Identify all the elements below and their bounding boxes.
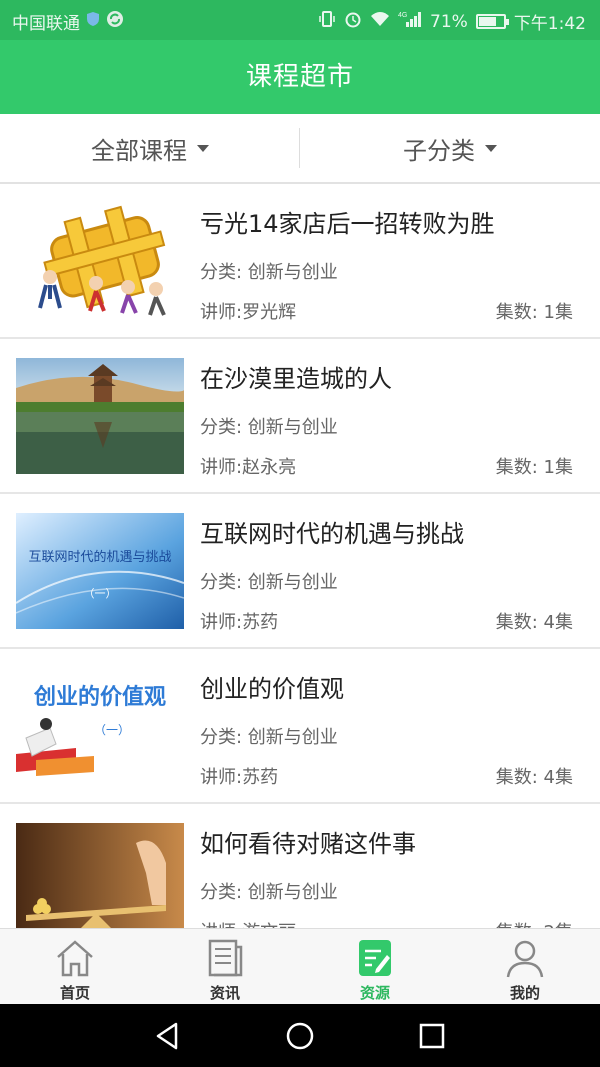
signal-icon: 4G (398, 10, 422, 33)
course-episodes: 集数: 4集 (495, 767, 573, 788)
course-teacher: 讲师:苏药 (200, 612, 279, 633)
course-category: 分类: 创新与创业 (200, 262, 338, 283)
svg-text:4G: 4G (398, 12, 407, 19)
course-list[interactable]: 亏光14家店后一招转败为胜 分类: 创新与创业 讲师:罗光辉 集数: 1集 在沙… (0, 184, 600, 928)
tab-label: 资讯 (209, 984, 240, 1002)
course-category: 分类: 创新与创业 (200, 417, 338, 438)
course-thumbnail: 创业的价值观 （一） (16, 668, 184, 784)
course-category: 分类: 创新与创业 (200, 572, 338, 593)
back-icon[interactable] (150, 1018, 186, 1054)
course-title: 创业的价值观 (200, 675, 344, 703)
course-category: 分类: 创新与创业 (200, 727, 338, 748)
home-button-icon[interactable] (282, 1018, 318, 1054)
svg-text:（一）: （一） (84, 587, 117, 600)
subcategory-label: 子分类 (403, 136, 475, 165)
home-icon (57, 940, 93, 977)
course-episodes: 集数: 2集 (496, 918, 573, 928)
course-episodes: 集数: 1集 (495, 302, 573, 323)
course-item[interactable]: 互联网时代的机遇与挑战 （一） 互联网时代的机遇与挑战 分类: 创新与创业 讲师… (0, 494, 600, 649)
filter-bar: 全部课程 子分类 (0, 114, 600, 184)
tab-label: 我的 (509, 984, 540, 1002)
course-category: 分类: 创新与创业 (200, 882, 338, 903)
course-teacher: 讲师:苏药 (200, 767, 279, 788)
vibrate-icon (318, 10, 336, 33)
course-item[interactable]: 亏光14家店后一招转败为胜 分类: 创新与创业 讲师:罗光辉 集数: 1集 (0, 184, 600, 339)
course-item[interactable]: 创业的价值观 （一） 创业的价值观 分类: 创新与创业 讲师:苏药 集数: 4集 (0, 649, 600, 804)
sync-icon (106, 10, 124, 33)
tab-news[interactable]: 资讯 (150, 929, 300, 1004)
tab-profile[interactable]: 我的 (450, 929, 600, 1004)
subcategory-dropdown[interactable]: 子分类 (300, 114, 600, 182)
svg-text:（一）: （一） (94, 723, 130, 737)
resource-icon (359, 940, 391, 976)
status-bar: 中国联通 4G 71% 下午1:42 (0, 0, 600, 40)
news-icon (208, 939, 243, 977)
page-title: 课程超市 (245, 62, 354, 92)
course-episodes: 集数: 4集 (495, 612, 573, 633)
course-title: 在沙漠里造城的人 (200, 365, 392, 393)
caret-down-icon (197, 144, 209, 152)
course-title: 互联网时代的机遇与挑战 (200, 520, 464, 548)
carrier-label: 中国联通 (12, 14, 80, 34)
caret-down-icon (485, 144, 497, 152)
tab-home[interactable]: 首页 (0, 929, 150, 1004)
tab-label: 首页 (59, 984, 90, 1002)
bottom-tab-bar: 首页 资讯 资源 我的 (0, 928, 600, 1004)
svg-text:互联网时代的机遇与挑战: 互联网时代的机遇与挑战 (28, 549, 171, 565)
shield-icon (86, 11, 100, 32)
all-courses-dropdown[interactable]: 全部课程 (0, 114, 300, 182)
battery-percent: 71% (430, 11, 468, 32)
profile-icon (506, 940, 544, 978)
course-title: 如何看待对赌这件事 (200, 830, 416, 858)
system-nav-bar (0, 1004, 600, 1067)
recents-icon[interactable] (414, 1018, 450, 1054)
course-teacher: 讲师:赵永亮 (200, 457, 297, 478)
tab-label: 资源 (359, 984, 390, 1002)
course-thumbnail (16, 203, 184, 319)
course-teacher: 讲师:游文丽 (200, 918, 296, 928)
wifi-icon (370, 11, 390, 32)
clock-time: 下午1:42 (513, 14, 586, 34)
tab-resource[interactable]: 资源 (300, 929, 450, 1004)
course-episodes: 集数: 1集 (495, 457, 573, 478)
course-thumbnail: 互联网时代的机遇与挑战 （一） (16, 513, 184, 629)
course-thumbnail (16, 358, 184, 474)
course-thumbnail (16, 823, 184, 928)
filter-divider (299, 128, 300, 168)
all-courses-label: 全部课程 (91, 136, 187, 165)
course-title: 亏光14家店后一招转败为胜 (200, 210, 495, 238)
course-item[interactable]: 在沙漠里造城的人 分类: 创新与创业 讲师:赵永亮 集数: 1集 (0, 339, 600, 494)
course-item[interactable]: 如何看待对赌这件事 分类: 创新与创业 讲师:游文丽 集数: 2集 (0, 804, 600, 928)
page-header: 课程超市 (0, 40, 600, 114)
alarm-icon (344, 10, 362, 33)
battery-icon (475, 14, 509, 29)
svg-text:创业的价值观: 创业的价值观 (33, 684, 166, 710)
course-teacher: 讲师:罗光辉 (200, 302, 297, 323)
